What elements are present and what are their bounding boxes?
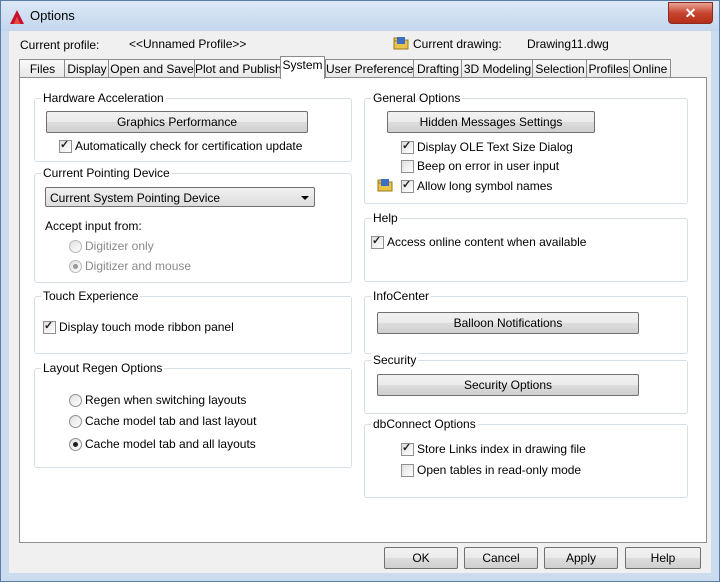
store-links-label: Store Links index in drawing file (417, 442, 586, 456)
ok-button[interactable]: OK (384, 547, 458, 569)
hardware-acceleration-title: Hardware Acceleration (41, 91, 166, 105)
tab-profiles[interactable]: Profiles (586, 59, 631, 78)
current-profile-label: Current profile: (20, 38, 100, 52)
ole-text-size-checkbox[interactable] (401, 139, 414, 154)
cancel-button[interactable]: Cancel (464, 547, 538, 569)
autocad-logo-icon (10, 10, 24, 24)
infocenter-group: InfoCenter Balloon Notifications (364, 289, 688, 354)
cache-last-layout-radio[interactable] (69, 415, 82, 428)
graphics-performance-button[interactable]: Graphics Performance (46, 111, 308, 133)
dbconnect-group: dbConnect Options Store Links index in d… (364, 417, 688, 498)
system-tab-panel: Hardware Acceleration Graphics Performan… (19, 77, 707, 543)
tab-plot-and-publish[interactable]: Plot and Publish (194, 59, 282, 78)
accept-input-label: Accept input from: (45, 219, 142, 233)
auto-check-label: Automatically check for certification up… (75, 139, 303, 153)
auto-check-checkbox[interactable] (59, 138, 72, 153)
tab-system[interactable]: System (280, 56, 325, 79)
current-drawing-value: Drawing11.dwg (527, 37, 609, 51)
pointing-device-select[interactable]: Current System Pointing Device (45, 187, 315, 207)
tab-3d-modeling[interactable]: 3D Modeling (461, 59, 534, 78)
help-button[interactable]: Help (625, 547, 701, 569)
apply-button[interactable]: Apply (544, 547, 618, 569)
general-options-title: General Options (371, 91, 463, 105)
security-title: Security (371, 353, 419, 367)
tab-display[interactable]: Display (64, 59, 110, 78)
tab-selection[interactable]: Selection (532, 59, 588, 78)
digitizer-only-radio[interactable] (69, 240, 82, 253)
touch-experience-group: Touch Experience Display touch mode ribb… (34, 289, 352, 354)
tab-files[interactable]: Files (19, 59, 66, 78)
regen-switching-radio[interactable] (69, 394, 82, 407)
touch-experience-title: Touch Experience (41, 289, 141, 303)
touch-ribbon-label: Display touch mode ribbon panel (59, 320, 234, 334)
digitizer-and-mouse-label: Digitizer and mouse (85, 259, 192, 273)
cache-last-layout-label: Cache model tab and last layout (85, 414, 257, 428)
tab-user-preferences[interactable]: User Preferences (325, 59, 419, 78)
online-content-label: Access online content when available (387, 235, 587, 249)
layout-regen-title: Layout Regen Options (41, 361, 165, 375)
current-profile-value: <<Unnamed Profile>> (129, 37, 247, 51)
long-symbol-names-label: Allow long symbol names (417, 179, 553, 193)
chevron-down-icon (301, 196, 309, 200)
window-title: Options (30, 8, 75, 23)
cache-all-layouts-radio[interactable] (69, 438, 82, 451)
online-content-checkbox[interactable] (371, 234, 384, 249)
drawing-file-icon (393, 37, 409, 50)
pointing-device-group: Current Pointing Device Current System P… (34, 166, 352, 283)
digitizer-only-label: Digitizer only (85, 239, 154, 253)
general-options-group: General Options Hidden Messages Settings… (364, 91, 688, 204)
digitizer-and-mouse-radio[interactable] (69, 260, 82, 273)
security-options-button[interactable]: Security Options (377, 374, 639, 396)
ole-text-size-label: Display OLE Text Size Dialog (417, 140, 573, 154)
touch-ribbon-checkbox[interactable] (43, 319, 56, 334)
dialog-client: Current profile: <<Unnamed Profile>> Cur… (9, 31, 711, 573)
store-links-checkbox[interactable] (401, 441, 414, 456)
help-title: Help (371, 211, 400, 225)
beep-on-error-label: Beep on error in user input (417, 159, 560, 173)
infocenter-title: InfoCenter (371, 289, 432, 303)
beep-on-error-checkbox[interactable] (401, 160, 414, 173)
regen-switching-label: Regen when switching layouts (85, 393, 247, 407)
read-only-tables-label: Open tables in read-only mode (417, 463, 582, 477)
title-bar[interactable]: Options ✕ (1, 1, 719, 31)
cache-all-layouts-label: Cache model tab and all layouts (85, 437, 256, 451)
tab-drafting[interactable]: Drafting (413, 59, 463, 78)
close-button[interactable]: ✕ (668, 2, 713, 24)
current-drawing-label: Current drawing: (413, 37, 502, 51)
security-group: Security Security Options (364, 353, 688, 414)
read-only-tables-checkbox[interactable] (401, 464, 414, 477)
pointing-device-title: Current Pointing Device (41, 166, 172, 180)
long-symbol-names-checkbox[interactable] (401, 178, 414, 193)
options-dialog: Options ✕ Current profile: <<Unnamed Pro… (0, 0, 720, 582)
drawing-setting-icon (377, 179, 393, 192)
close-icon: ✕ (684, 5, 697, 21)
layout-regen-group: Layout Regen Options Regen when switchin… (34, 361, 352, 468)
pointing-device-value: Current System Pointing Device (50, 191, 221, 205)
help-group: Help Access online content when availabl… (364, 211, 688, 282)
dbconnect-title: dbConnect Options (371, 417, 478, 431)
tab-open-and-save[interactable]: Open and Save (108, 59, 196, 78)
tab-online[interactable]: Online (629, 59, 671, 78)
hidden-messages-button[interactable]: Hidden Messages Settings (387, 111, 595, 133)
hardware-acceleration-group: Hardware Acceleration Graphics Performan… (34, 91, 352, 162)
balloon-notifications-button[interactable]: Balloon Notifications (377, 312, 639, 334)
